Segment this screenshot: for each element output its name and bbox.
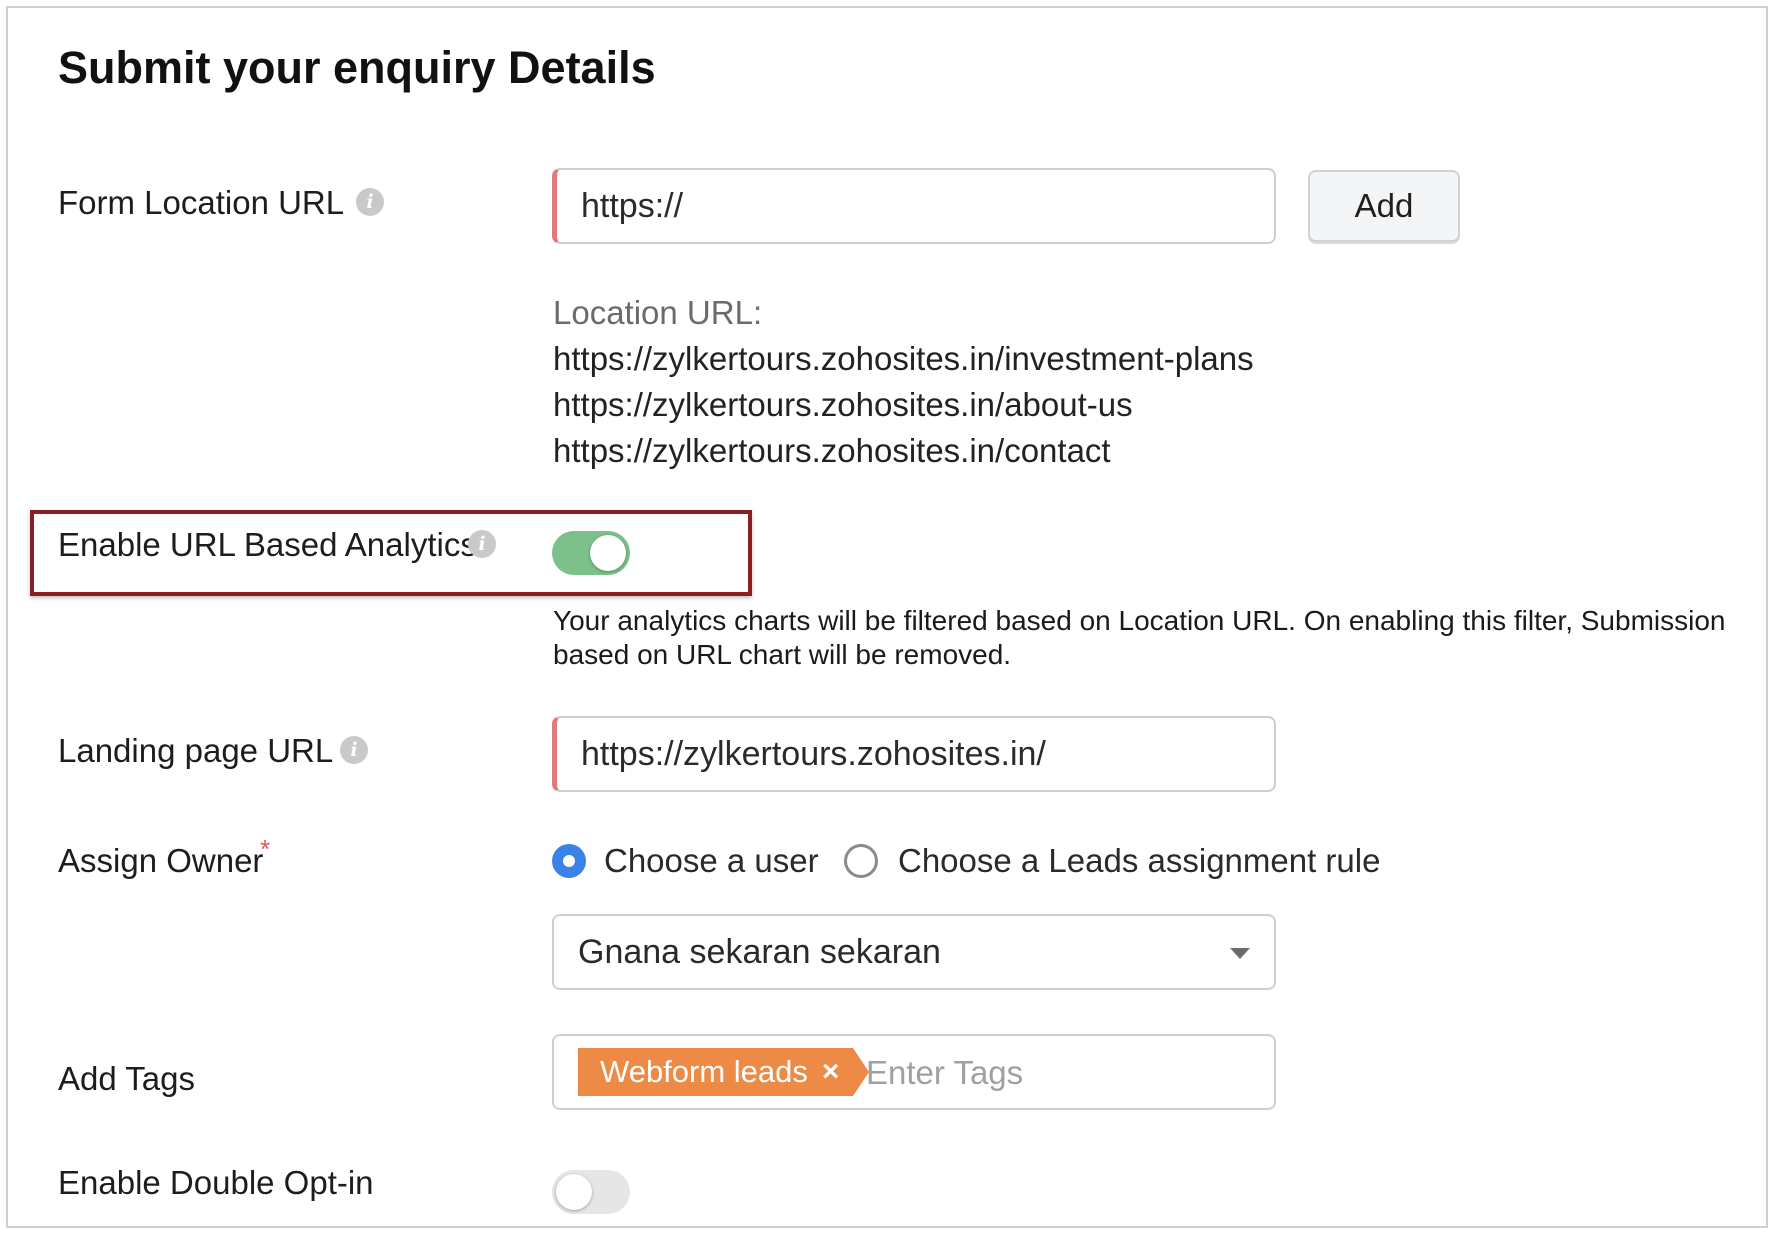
toggle-knob xyxy=(556,1174,592,1210)
double-optin-toggle[interactable] xyxy=(552,1170,630,1214)
form-panel: Submit your enquiry Details Form Locatio… xyxy=(6,6,1768,1228)
remove-tag-icon[interactable]: × xyxy=(822,1055,840,1089)
location-url-item: https://zylkertours.zohosites.in/contact xyxy=(553,432,1111,469)
tags-placeholder: Enter Tags xyxy=(866,1054,1024,1091)
assign-owner-label: Assign Owner xyxy=(58,842,264,879)
location-url-item: https://zylkertours.zohosites.in/investm… xyxy=(553,340,1254,377)
add-tags-label: Add Tags xyxy=(58,1060,195,1097)
landing-page-url-value: https://zylkertours.zohosites.in/ xyxy=(581,734,1046,773)
form-location-url-value: https:// xyxy=(581,186,684,225)
form-location-url-label: Form Location URL xyxy=(58,184,345,221)
form-location-url-input[interactable]: https:// xyxy=(552,168,1276,244)
location-url-item: https://zylkertours.zohosites.in/about-u… xyxy=(553,386,1133,423)
add-url-button[interactable]: Add xyxy=(1308,170,1460,242)
location-url-heading: Location URL: xyxy=(553,294,763,331)
choose-rule-label[interactable]: Choose a Leads assignment rule xyxy=(898,842,1380,880)
required-asterisk: * xyxy=(260,834,271,864)
tag-chip-label: Webform leads xyxy=(600,1054,808,1089)
owner-select-value: Gnana sekaran sekaran xyxy=(578,932,941,971)
choose-user-radio[interactable] xyxy=(552,844,586,878)
info-icon[interactable]: i xyxy=(468,530,496,558)
url-analytics-toggle[interactable] xyxy=(552,531,630,575)
chevron-down-icon xyxy=(1230,948,1250,959)
owner-select[interactable]: Gnana sekaran sekaran xyxy=(552,914,1276,990)
landing-page-url-label: Landing page URL xyxy=(58,732,334,769)
url-analytics-label: Enable URL Based Analytics xyxy=(58,526,477,563)
double-optin-label: Enable Double Opt-in xyxy=(58,1164,374,1201)
url-analytics-help-text: Your analytics charts will be filtered b… xyxy=(553,605,1726,670)
toggle-knob xyxy=(590,535,626,571)
choose-rule-radio[interactable] xyxy=(844,844,878,878)
info-icon[interactable]: i xyxy=(356,188,384,216)
info-icon[interactable]: i xyxy=(340,736,368,764)
tag-chip: Webform leads × xyxy=(578,1048,870,1096)
page-title: Submit your enquiry Details xyxy=(58,42,656,93)
choose-user-label[interactable]: Choose a user xyxy=(604,842,819,880)
landing-page-url-input[interactable]: https://zylkertours.zohosites.in/ xyxy=(552,716,1276,792)
tags-input[interactable]: Webform leads × Enter Tags xyxy=(552,1034,1276,1110)
